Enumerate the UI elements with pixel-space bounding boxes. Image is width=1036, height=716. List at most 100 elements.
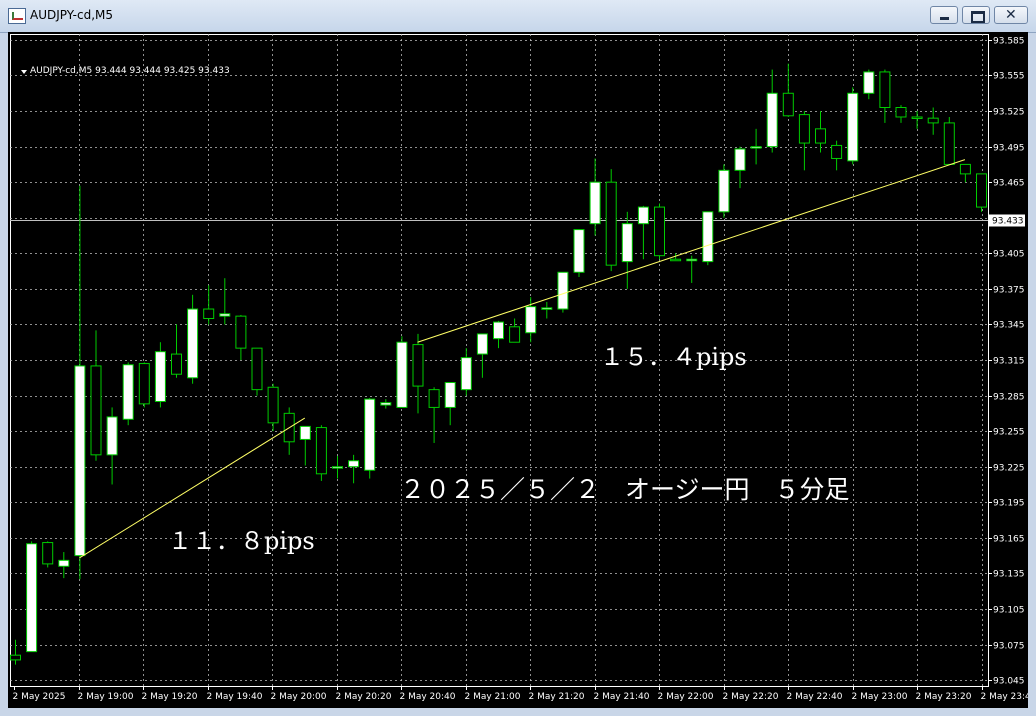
x-axis-label: 2 May 21:40 <box>594 692 650 702</box>
y-axis-label: 93.555 <box>993 72 1025 82</box>
candle-body-bear <box>911 116 923 119</box>
candle-body-bear <box>171 353 182 375</box>
annotation-pips-right: １５．４pips <box>600 343 747 371</box>
candle-body-bear <box>654 206 665 257</box>
y-axis-label: 93.375 <box>993 286 1025 296</box>
symbol-ohlc: 93.444 93.444 93.425 93.433 <box>95 66 230 76</box>
candle-body-bear <box>798 114 810 144</box>
candlestick-chart[interactable]: 93.58593.55593.52593.49593.46593.43593.4… <box>8 32 1028 708</box>
maximize-button[interactable] <box>962 6 990 24</box>
candle-body-bull <box>718 169 730 213</box>
candle-body-bear <box>895 106 907 118</box>
candle-body-bull <box>557 271 569 310</box>
y-axis-label: 93.405 <box>993 250 1025 260</box>
candle-body-bull <box>364 398 376 471</box>
candle-body-bear <box>879 71 891 108</box>
symbol-info: AUDJPY-cd,M5 93.444 93.444 93.425 93.433 <box>30 66 230 76</box>
candle-body-bear <box>782 92 794 117</box>
symbol-dropdown-icon[interactable] <box>21 70 27 74</box>
candle-body-bull <box>493 321 504 340</box>
candle-body-bear <box>831 144 843 159</box>
current-price-label: 93.433 <box>992 217 1024 227</box>
y-axis-label: 93.195 <box>993 499 1025 509</box>
y-axis-label: 93.255 <box>993 428 1025 438</box>
candle-body-bear <box>943 122 955 165</box>
chart-window-icon <box>8 8 26 24</box>
candle-body-bear <box>251 347 263 391</box>
candle-body-bull <box>348 460 360 468</box>
terminal-window: AUDJPY-cd,M5 ✕ 93.585 93.555 93.525 93.495 9… <box>0 0 1036 716</box>
candle-body-bear <box>267 386 279 424</box>
candle-body-bull <box>332 466 343 469</box>
close-button[interactable]: ✕ <box>994 6 1028 24</box>
x-axis-label: 2 May 22:40 <box>787 692 843 702</box>
minimize-icon <box>940 17 949 20</box>
candle-body-bear <box>203 308 215 320</box>
candle-body-bull <box>734 148 746 171</box>
candle-body-bull <box>525 306 537 334</box>
title-bar[interactable]: AUDJPY-cd,M5 ✕ <box>0 0 1036 33</box>
trendline <box>417 159 966 343</box>
candle-body-bull <box>106 416 118 456</box>
y-axis-label: 93.165 <box>993 535 1025 545</box>
y-axis-label: 93.585 <box>993 37 1025 47</box>
x-axis-label: 2 May 2025 <box>13 692 66 702</box>
candle-body-bear <box>959 163 971 175</box>
annotation-title: ２０２５／５／２ オージー円 ５分足 <box>400 475 850 504</box>
symbol-name: AUDJPY-cd,M5 <box>30 66 93 76</box>
candle-body-bull <box>476 333 488 355</box>
candle-body-bear <box>605 181 617 266</box>
x-axis-label: 2 May 21:20 <box>529 692 585 702</box>
y-axis-label: 93.465 <box>993 179 1025 189</box>
window-title: AUDJPY-cd,M5 <box>30 8 113 22</box>
candle-body-bear <box>509 326 521 343</box>
candle-body-bull <box>26 543 38 653</box>
x-axis-label: 2 May 23:20 <box>916 692 972 702</box>
x-axis-label: 2 May 20:40 <box>400 692 456 702</box>
y-axis-label: 93.285 <box>993 393 1025 403</box>
candle-body-bear <box>235 315 247 349</box>
x-axis-label: 2 May 23:40 <box>981 692 1029 702</box>
candle-body-bear <box>976 173 987 208</box>
candle-body-bear <box>42 542 54 565</box>
candle-body-bull <box>541 307 553 310</box>
candle-body-bear <box>927 117 939 124</box>
candle-body-bear <box>90 365 102 456</box>
maximize-icon <box>971 11 985 23</box>
y-axis-label: 93.345 <box>993 321 1025 331</box>
minimize-button[interactable] <box>930 6 958 24</box>
x-axis-label: 2 May 19:40 <box>207 692 263 702</box>
y-axis-label: 93.135 <box>993 570 1025 580</box>
candle-body-bull <box>219 313 231 317</box>
chart-area[interactable]: 93.58593.55593.52593.49593.46593.43593.4… <box>8 32 1028 708</box>
candle-body-bear <box>10 654 21 661</box>
candle-body-bull <box>847 92 859 162</box>
candle-body-bull <box>58 559 70 567</box>
y-axis-label: 93.525 <box>993 108 1025 118</box>
candle-body-bull <box>460 357 472 391</box>
candle-body-bull <box>637 206 649 225</box>
close-icon: ✕ <box>1005 7 1017 23</box>
y-axis-label: 93.045 <box>993 677 1025 687</box>
candle-body-bull <box>686 258 698 262</box>
x-axis-label: 2 May 21:00 <box>465 692 521 702</box>
candle-body-bull <box>187 308 199 379</box>
x-axis-label: 2 May 19:20 <box>142 692 198 702</box>
candle-body-bull <box>444 382 456 408</box>
y-axis-label: 93.495 <box>993 144 1025 154</box>
y-axis-label: 93.105 <box>993 606 1025 616</box>
x-axis-label: 2 May 22:20 <box>723 692 779 702</box>
candle-body-bear <box>670 258 682 262</box>
candle-body-bull <box>766 92 778 148</box>
candle-body-bull <box>621 223 633 263</box>
candle-body-bear <box>315 427 327 475</box>
y-axis-label: 93.225 <box>993 464 1025 474</box>
candle-body-bull <box>589 181 601 225</box>
candle-body-bull <box>74 365 86 557</box>
x-axis-label: 2 May 23:00 <box>852 692 908 702</box>
candle-body-bull <box>573 229 585 273</box>
candle-body-bear <box>428 389 440 408</box>
candle-body-bull <box>396 341 408 408</box>
y-axis-label: 93.315 <box>993 357 1025 367</box>
candle-body-bear <box>412 344 424 387</box>
